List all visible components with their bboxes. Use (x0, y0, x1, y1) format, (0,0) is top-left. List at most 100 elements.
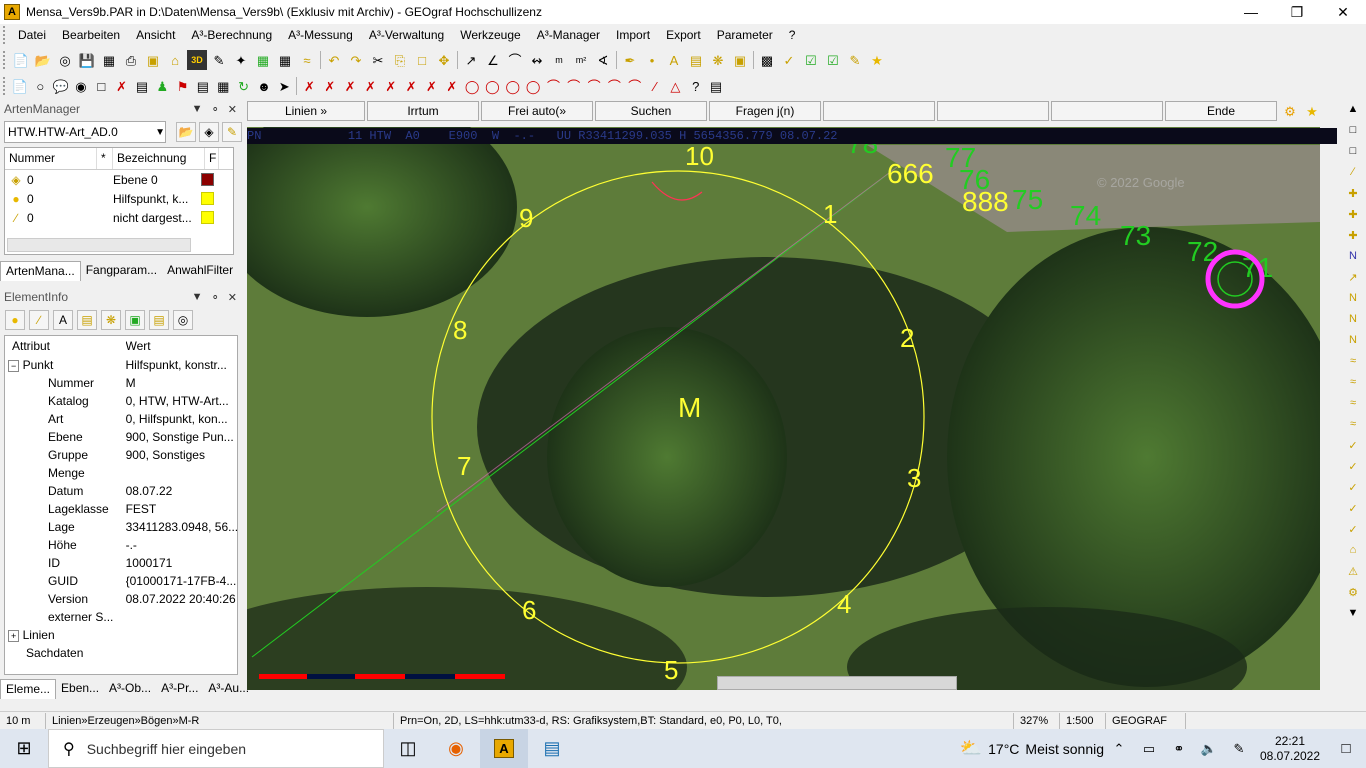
text-filter-icon[interactable]: A (53, 310, 73, 330)
tab-fangparam[interactable]: Fangparam... (81, 261, 162, 281)
area-icon[interactable]: m² (571, 50, 591, 70)
move-icon[interactable]: ✥ (434, 50, 454, 70)
line-filter-icon[interactable]: ∕ (29, 310, 49, 330)
grid-icon[interactable]: ▦ (99, 50, 119, 70)
empty-button-3[interactable] (1051, 101, 1163, 121)
firefox-icon[interactable]: ◉ (432, 729, 480, 768)
tab-artenmanager[interactable]: ArtenMana... (0, 261, 81, 281)
clipboard-icon[interactable]: ▤ (707, 76, 725, 96)
windows-start-icon[interactable]: ⊞ (0, 729, 48, 768)
attribute-row[interactable]: GUID {01000171-17FB-4... (8, 572, 237, 590)
cross2-icon[interactable]: ✗ (321, 76, 339, 96)
menu-datei[interactable]: Datei (10, 24, 54, 46)
tool-box-icon[interactable]: □ (1344, 121, 1362, 139)
cross1-icon[interactable]: ✗ (300, 76, 318, 96)
rect-icon[interactable]: □ (92, 76, 110, 96)
close-panel-icon[interactable]: ✕ (228, 103, 237, 116)
new-file-icon[interactable]: 📄 (11, 50, 31, 70)
attribute-row[interactable]: Lageklasse FEST (8, 500, 237, 518)
status-ratio[interactable]: 1:500 (1060, 712, 1106, 729)
tool-e-icon[interactable]: ✎ (845, 50, 865, 70)
print-icon[interactable]: ⎙ (121, 50, 141, 70)
people-icon[interactable]: ☻ (255, 76, 273, 96)
tool-n4-icon[interactable]: N (1344, 331, 1362, 349)
attribute-row[interactable]: Gruppe 900, Sonstiges (8, 446, 237, 464)
clock[interactable]: 22:21 08.07.2022 (1254, 734, 1326, 764)
tool-plus3-icon[interactable]: ✚ (1344, 226, 1362, 244)
survey-point-label[interactable]: 74 (1070, 200, 1101, 231)
tool-n2-icon[interactable]: N (1344, 289, 1362, 307)
tree-group-punkt[interactable]: − Punkt Hilfspunkt, konstr... (8, 356, 237, 374)
tool-check-icon[interactable]: ✓ (1344, 436, 1362, 454)
irrtum-button[interactable]: Irrtum (367, 101, 479, 121)
symbol-filter-icon[interactable]: ❋ (101, 310, 121, 330)
scroll-up-icon[interactable]: ▲ (1344, 100, 1362, 118)
menu-bearbeiten[interactable]: Bearbeiten (54, 24, 128, 46)
attribute-row[interactable]: externer S... (8, 608, 237, 626)
doc-icon[interactable]: ▤ (194, 76, 212, 96)
circle-point-label[interactable]: 7 (457, 451, 471, 481)
refresh-icon[interactable]: ↻ (234, 76, 252, 96)
tool-b-icon[interactable]: ✓ (779, 50, 799, 70)
tool-line-icon[interactable]: ∕ (1344, 163, 1362, 181)
star-icon[interactable]: ★ (867, 50, 887, 70)
battery-icon[interactable]: ▭ (1134, 729, 1164, 768)
measure-m-icon[interactable]: m (549, 50, 569, 70)
explorer-icon[interactable]: ▤ (528, 729, 576, 768)
tab-objekte[interactable]: A³-Ob... (104, 679, 156, 699)
tree-icon[interactable]: ♟ (153, 76, 171, 96)
attribute-row[interactable]: Höhe -.- (8, 536, 237, 554)
toolbar-grip[interactable] (3, 77, 7, 95)
home-icon[interactable]: ⌂ (165, 50, 185, 70)
tab-anwahlfilter[interactable]: AnwahlFilter (162, 261, 238, 281)
wave-icon[interactable]: ≈ (297, 50, 317, 70)
circle-point-label[interactable]: 8 (453, 315, 467, 345)
line-icon[interactable]: ∕ (646, 76, 664, 96)
menu-werkzeuge[interactable]: Werkzeuge (452, 24, 528, 46)
flag-icon[interactable]: ⚑ (173, 76, 191, 96)
menu-import[interactable]: Import (608, 24, 658, 46)
point-icon[interactable]: • (642, 50, 662, 70)
col-bezeichnung[interactable]: Bezeichnung (113, 148, 205, 169)
menu-grip[interactable] (3, 26, 7, 44)
arc1-icon[interactable]: ⌒ (544, 76, 562, 96)
redo-icon[interactable]: ↷ (346, 50, 366, 70)
star-icon[interactable]: ★ (1302, 101, 1322, 121)
arc5-icon[interactable]: ⌒ (626, 76, 644, 96)
tool-check5-icon[interactable]: ✓ (1344, 520, 1362, 538)
pin-icon[interactable]: ⚬ (211, 291, 220, 304)
horizontal-scrollbar[interactable] (717, 676, 957, 690)
dropdown-icon[interactable]: ▼ (192, 291, 203, 304)
ruler-icon[interactable]: ▤ (133, 76, 151, 96)
grid3-icon[interactable]: ▦ (214, 76, 232, 96)
cross4-icon[interactable]: ✗ (361, 76, 379, 96)
cross3-icon[interactable]: ✗ (341, 76, 359, 96)
scroll-down-icon[interactable]: ▼ (1344, 604, 1362, 622)
ende-button[interactable]: Ende (1165, 101, 1277, 121)
frei-auto-button[interactable]: Frei auto(» (481, 101, 593, 121)
tool-n3-icon[interactable]: N (1344, 310, 1362, 328)
fragen-button[interactable]: Fragen j(n) (709, 101, 821, 121)
list-item[interactable]: ● 0 Hilfspunkt, k... (5, 189, 233, 208)
circle1-icon[interactable]: ◯ (463, 76, 481, 96)
circle-point-label[interactable]: 5 (664, 655, 678, 685)
triangle-icon[interactable]: △ (666, 76, 684, 96)
attribute-row[interactable]: ID 1000171 (8, 554, 237, 572)
folder-icon[interactable]: 📂 (176, 122, 196, 142)
3d-icon[interactable]: 3D (187, 50, 207, 70)
cross6-icon[interactable]: ✗ (402, 76, 420, 96)
col-nummer[interactable]: Nummer (5, 148, 97, 169)
page-icon[interactable]: 📄 (11, 76, 29, 96)
survey-point-label[interactable]: 73 (1120, 220, 1151, 251)
attribute-row[interactable]: Menge (8, 464, 237, 482)
survey-point-label[interactable]: 75 (1012, 184, 1043, 215)
katalog-combo[interactable]: HTW.HTW-Art_AD.0 ▼ (4, 121, 166, 143)
tool-box2-icon[interactable]: □ (1344, 142, 1362, 160)
tool-plus2-icon[interactable]: ✚ (1344, 205, 1362, 223)
collapse-icon[interactable]: − (8, 360, 20, 372)
attribute-row[interactable]: Datum 08.07.22 (8, 482, 237, 500)
task-view-icon[interactable]: ◫ (384, 729, 432, 768)
weather-widget[interactable]: ⛅ 17°C Meist sonnig (960, 738, 1104, 759)
copy-icon[interactable]: ⎘ (390, 50, 410, 70)
cursor-icon[interactable]: ➤ (275, 76, 293, 96)
